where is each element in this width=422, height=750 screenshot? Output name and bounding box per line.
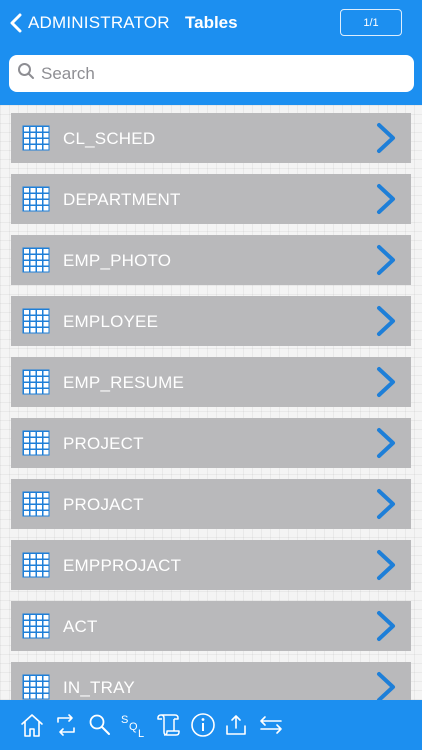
chevron-right-icon [373, 366, 399, 403]
table-row[interactable]: EMPLOYEE [11, 296, 411, 346]
table-name: CL_SCHED [63, 129, 156, 148]
header: ADMINISTRATOR Tables 1/1 [0, 0, 422, 105]
table-name: EMPPROJACT [63, 556, 182, 575]
table-row[interactable]: EMP_RESUME [11, 357, 411, 407]
chevron-right-icon [373, 183, 399, 220]
search-bar[interactable] [9, 55, 414, 92]
table-grid-icon [22, 186, 50, 217]
chevron-right-icon [373, 610, 399, 647]
svg-text:Q: Q [129, 721, 138, 733]
table-row[interactable]: PROJECT [11, 418, 411, 468]
page-indicator-button[interactable]: 1/1 [340, 9, 402, 36]
chevron-right-icon [373, 427, 399, 464]
bottom-toolbar: S Q L [0, 700, 422, 750]
chevron-right-icon [373, 488, 399, 525]
table-name: PROJACT [63, 495, 144, 514]
table-grid-icon [22, 247, 50, 278]
search-icon [17, 62, 35, 85]
table-name: EMP_PHOTO [63, 251, 172, 270]
upload-icon[interactable] [224, 712, 248, 743]
svg-text:S: S [121, 714, 128, 726]
refresh-icon[interactable] [54, 712, 78, 743]
search-icon[interactable] [88, 712, 112, 743]
table-grid-icon [22, 552, 50, 583]
chevron-left-icon [10, 13, 22, 33]
home-icon[interactable] [20, 712, 44, 743]
back-button[interactable]: ADMINISTRATOR [10, 9, 170, 37]
table-grid-icon [22, 674, 50, 700]
app: ADMINISTRATOR Tables 1/1 CL_SCHED DEPARTM… [0, 0, 422, 750]
scroll-icon[interactable] [155, 712, 181, 743]
chevron-right-icon [373, 244, 399, 281]
table-name: EMPLOYEE [63, 312, 159, 331]
table-name: EMP_RESUME [63, 373, 185, 392]
back-label: ADMINISTRATOR [28, 13, 170, 32]
page-title: Tables [185, 13, 238, 32]
table-row[interactable]: CL_SCHED [11, 113, 411, 163]
table-row[interactable]: EMP_PHOTO [11, 235, 411, 285]
table-row[interactable]: IN_TRAY [11, 662, 411, 700]
table-name: DEPARTMENT [63, 190, 181, 209]
chevron-right-icon [373, 305, 399, 342]
chevron-right-icon [373, 549, 399, 586]
table-grid-icon [22, 430, 50, 461]
table-name: ACT [63, 617, 98, 636]
search-input[interactable] [41, 63, 401, 84]
table-row[interactable]: DEPARTMENT [11, 174, 411, 224]
table-row[interactable]: EMPPROJACT [11, 540, 411, 590]
table-grid-icon [22, 308, 50, 339]
svg-text:L: L [138, 728, 144, 740]
table-row[interactable]: PROJACT [11, 479, 411, 529]
table-list: CL_SCHED DEPARTMENT EMP_PHOTO EMPLOYEE EMP_R… [0, 105, 422, 700]
table-name: PROJECT [63, 434, 144, 453]
table-grid-icon [22, 369, 50, 400]
chevron-right-icon [373, 671, 399, 700]
info-icon[interactable] [190, 712, 216, 743]
table-grid-icon [22, 125, 50, 156]
table-row[interactable]: ACT [11, 601, 411, 651]
sql-icon[interactable]: S Q L [120, 712, 148, 745]
table-grid-icon [22, 613, 50, 644]
table-grid-icon [22, 491, 50, 522]
chevron-right-icon [373, 122, 399, 159]
transfer-icon[interactable] [258, 712, 284, 743]
table-name: IN_TRAY [63, 678, 135, 697]
